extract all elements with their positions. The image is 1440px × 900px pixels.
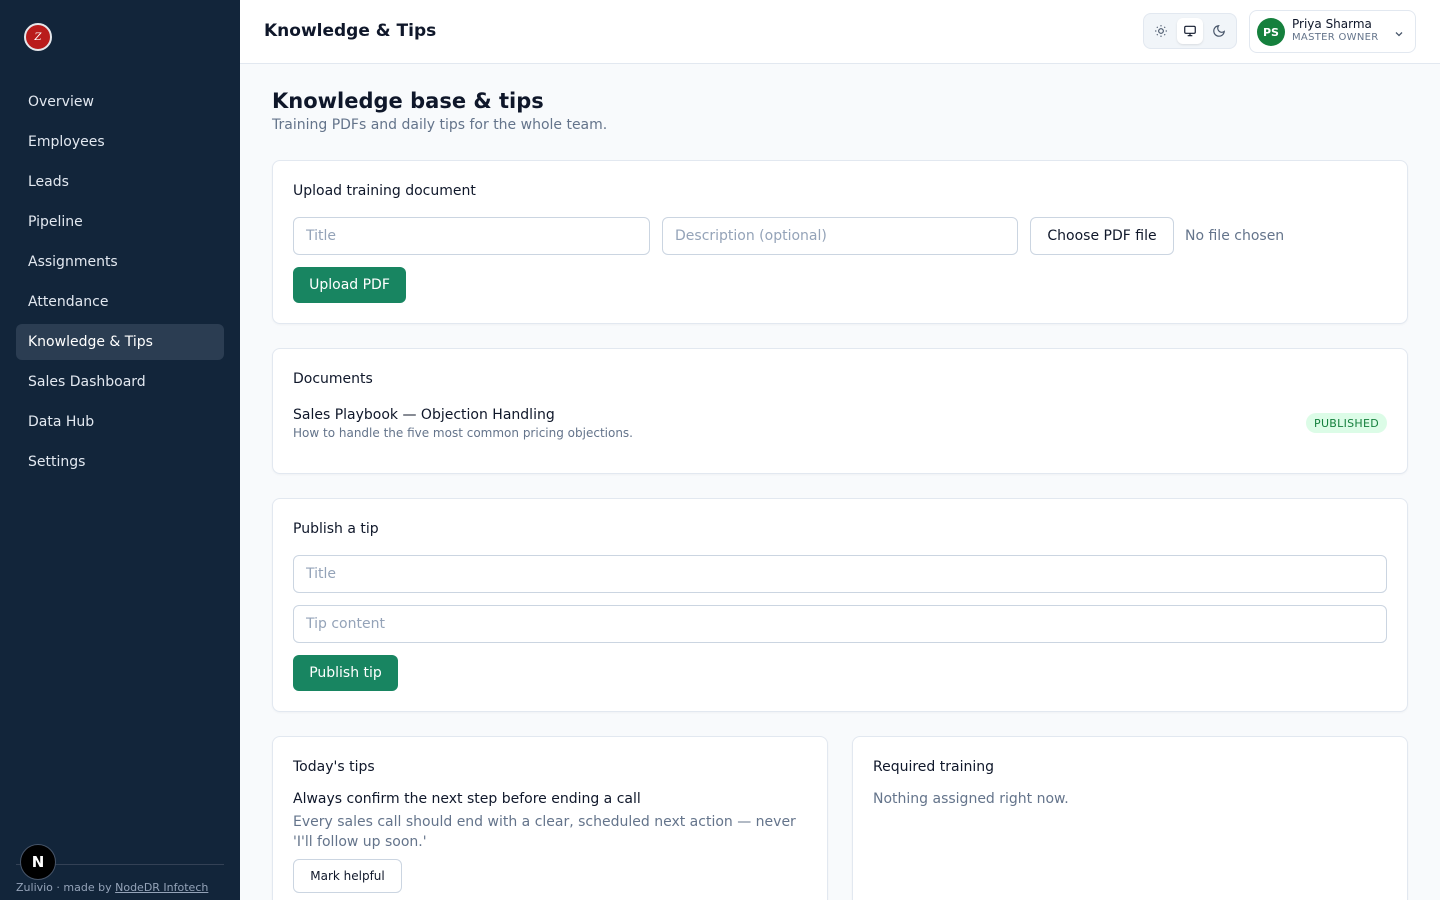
file-status: No file chosen (1185, 228, 1285, 244)
footer-link[interactable]: NodeDR Infotech (115, 881, 208, 894)
document-description: How to handle the five most common prici… (293, 426, 633, 440)
user-menu[interactable]: PS Priya Sharma MASTER OWNER (1249, 10, 1416, 53)
todays-tips-card: Today's tips Always confirm the next ste… (272, 736, 828, 900)
sidebar-item-data-hub[interactable]: Data Hub (16, 404, 224, 440)
required-training-title: Required training (873, 759, 994, 775)
tip-title-input[interactable] (293, 555, 1387, 593)
sidebar: Z Overview Employees Leads Pipeline Assi… (0, 0, 240, 900)
sidebar-item-sales-dashboard[interactable]: Sales Dashboard (16, 364, 224, 400)
publish-tip-button[interactable]: Publish tip (293, 655, 398, 691)
document-description-input[interactable] (662, 217, 1018, 255)
publish-tip-card-title: Publish a tip (293, 521, 379, 537)
required-training-empty: Nothing assigned right now. (873, 791, 1069, 807)
page-title: Knowledge base & tips (272, 89, 544, 113)
chevron-down-icon (1393, 25, 1405, 44)
choose-file-button[interactable]: Choose PDF file (1030, 217, 1174, 255)
header-title: Knowledge & Tips (264, 21, 437, 41)
avatar: PS (1257, 18, 1285, 46)
document-name: Sales Playbook — Objection Handling (293, 407, 555, 423)
publish-tip-card: Publish a tip Publish tip (272, 498, 1408, 712)
tip-content-input[interactable] (293, 605, 1387, 643)
required-training-card: Required training Nothing assigned right… (852, 736, 1408, 900)
upload-pdf-button[interactable]: Upload PDF (293, 267, 406, 303)
sidebar-item-settings[interactable]: Settings (16, 444, 224, 480)
page-subtitle: Training PDFs and daily tips for the who… (272, 117, 608, 133)
sidebar-item-attendance[interactable]: Attendance (16, 284, 224, 320)
tip-body: Every sales call should end with a clear… (293, 814, 796, 850)
todays-tips-title: Today's tips (293, 759, 375, 775)
sidebar-nav: Overview Employees Leads Pipeline Assign… (16, 84, 224, 484)
document-title-input[interactable] (293, 217, 650, 255)
upload-card-title: Upload training document (293, 183, 476, 199)
sidebar-item-assignments[interactable]: Assignments (16, 244, 224, 280)
user-name: Priya Sharma (1292, 17, 1372, 31)
tip-headline: Always confirm the next step before endi… (293, 791, 641, 807)
mark-helpful-button[interactable]: Mark helpful (293, 859, 402, 893)
sidebar-item-pipeline[interactable]: Pipeline (16, 204, 224, 240)
theme-toggle (1143, 13, 1237, 49)
monitor-icon[interactable] (1176, 18, 1203, 44)
sidebar-item-employees[interactable]: Employees (16, 124, 224, 160)
sidebar-item-leads[interactable]: Leads (16, 164, 224, 200)
n-badge[interactable]: N (20, 844, 56, 880)
sidebar-item-knowledge-tips[interactable]: Knowledge & Tips (16, 324, 224, 360)
footer-text: Zulivio · made by (16, 881, 116, 894)
upload-card: Upload training document Choose PDF file… (272, 160, 1408, 324)
status-badge: PUBLISHED (1306, 413, 1387, 433)
sidebar-item-overview[interactable]: Overview (16, 84, 224, 120)
documents-card-title: Documents (293, 371, 373, 387)
top-header: Knowledge & Tips PS Priya Sharma MASTER … (240, 0, 1440, 64)
app-logo[interactable]: Z (24, 23, 52, 51)
moon-icon[interactable] (1206, 18, 1232, 44)
sidebar-footer: Zulivio · made by NodeDR Infotech (16, 881, 208, 894)
documents-card: Documents Sales Playbook — Objection Han… (272, 348, 1408, 474)
user-role: MASTER OWNER (1292, 32, 1379, 43)
sun-icon[interactable] (1148, 18, 1174, 44)
